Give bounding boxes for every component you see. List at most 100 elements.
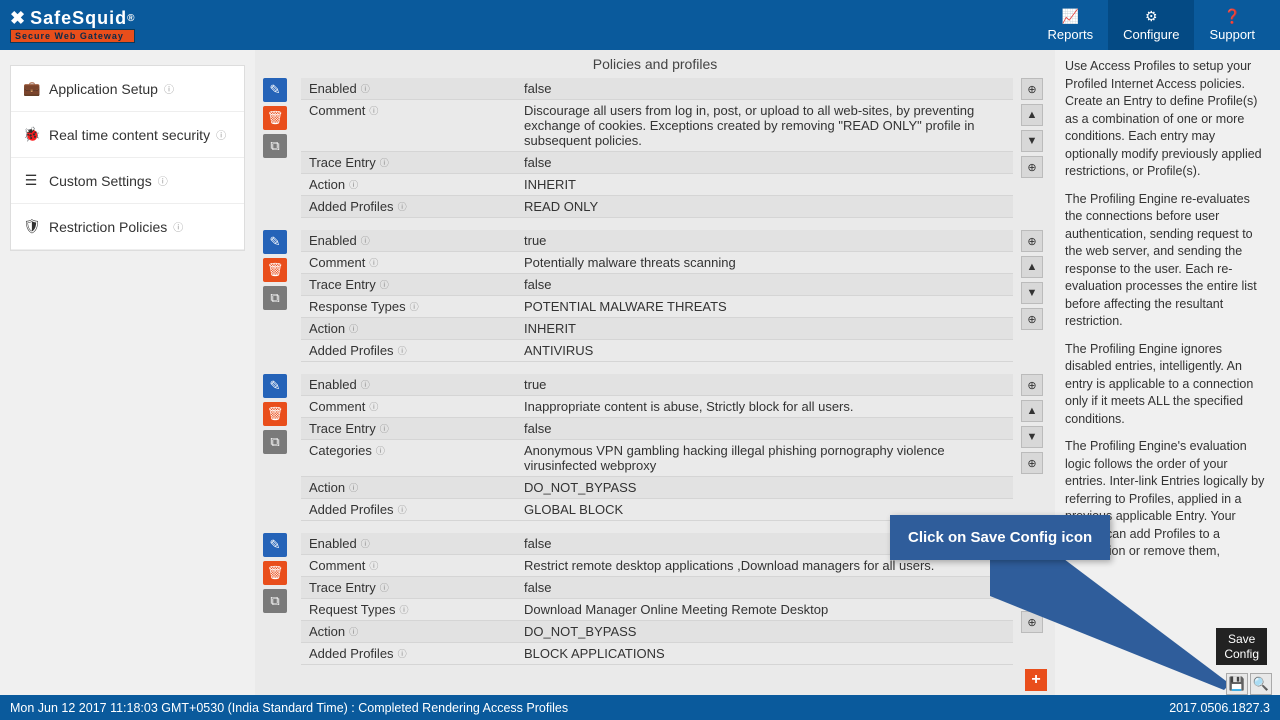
- edit-button[interactable]: ✎: [263, 78, 287, 102]
- panel-side-controls: ⊕ ▲ ▼ ⊕: [1017, 374, 1047, 521]
- copy-button[interactable]: ⧉: [263, 286, 287, 310]
- sidebar-item-realtime-security[interactable]: 🐞 Real time content security ⓘ: [11, 112, 244, 158]
- copy-button[interactable]: ⧉: [263, 430, 287, 454]
- row-value: Anonymous VPN gambling hacking illegal p…: [516, 440, 1013, 476]
- info-icon[interactable]: ⓘ: [398, 200, 407, 213]
- panel-row: CategoriesⓘAnonymous VPN gambling hackin…: [301, 440, 1013, 477]
- info-icon[interactable]: ⓘ: [349, 481, 358, 494]
- policy-panel: ✎🗑⧉EnabledⓘfalseCommentⓘDiscourage all u…: [263, 78, 1047, 218]
- save-config-button[interactable]: 💾: [1226, 673, 1248, 695]
- move-bottom-button[interactable]: ⊕: [1021, 452, 1043, 474]
- copy-button[interactable]: ⧉: [263, 134, 287, 158]
- panel-row: Trace Entryⓘfalse: [301, 577, 1013, 599]
- info-icon[interactable]: ⓘ: [398, 503, 407, 516]
- move-top-button[interactable]: ⊕: [1021, 230, 1043, 252]
- row-value: INHERIT: [516, 318, 1013, 339]
- delete-button[interactable]: 🗑: [263, 561, 287, 585]
- row-label: Actionⓘ: [301, 477, 516, 498]
- content: Policies and profiles ✎ 🗑 ⧉ Enabledⓘfalse Co…: [255, 50, 1055, 695]
- panel-row: Added ProfilesⓘANTIVIRUS: [301, 340, 1013, 362]
- edit-button[interactable]: ✎: [263, 374, 287, 398]
- info-icon[interactable]: ⓘ: [369, 256, 378, 269]
- move-top-button[interactable]: ⊕: [1021, 374, 1043, 396]
- row-value: DO_NOT_BYPASS: [516, 477, 1013, 498]
- info-icon[interactable]: ⓘ: [410, 300, 419, 313]
- callout-box: Click on Save Config icon: [890, 515, 1110, 560]
- row-label: Trace Entryⓘ: [301, 577, 516, 598]
- page-title: Policies and profiles: [255, 50, 1055, 78]
- row-label: Added Profilesⓘ: [301, 340, 516, 361]
- info-icon[interactable]: ⓘ: [369, 559, 378, 572]
- row-label: Response Typesⓘ: [301, 296, 516, 317]
- panel-row: Enabledⓘfalse: [301, 78, 1013, 100]
- row-value: false: [516, 418, 1013, 439]
- move-up-button[interactable]: ▲: [1021, 104, 1043, 126]
- row-value: true: [516, 230, 1013, 251]
- row-value: Discourage all users from log in, post, …: [516, 100, 1013, 151]
- info-icon[interactable]: ⓘ: [380, 278, 389, 291]
- footer: Mon Jun 12 2017 11:18:03 GMT+0530 (India…: [0, 695, 1280, 720]
- sidebar-item-custom-settings[interactable]: ☰ Custom Settings ⓘ: [11, 158, 244, 204]
- sidebar-item-restriction-policies[interactable]: 🛡 Restriction Policies ⓘ: [11, 204, 244, 250]
- move-down-button[interactable]: ▼: [1021, 426, 1043, 448]
- info-icon[interactable]: ⓘ: [369, 104, 378, 117]
- row-value: false: [516, 577, 1013, 598]
- row-label: Trace Entryⓘ: [301, 418, 516, 439]
- info-icon[interactable]: ⓘ: [398, 344, 407, 357]
- policy-panel: ✎🗑⧉EnabledⓘtrueCommentⓘPotentially malwa…: [263, 230, 1047, 362]
- panel-row: CommentⓘInappropriate content is abuse, …: [301, 396, 1013, 418]
- logo-tagline: Secure Web Gateway: [10, 29, 135, 43]
- nav-configure[interactable]: ⚙ Configure: [1108, 0, 1194, 50]
- row-value: ANTIVIRUS: [516, 340, 1013, 361]
- help-icon: ❓: [1209, 8, 1255, 25]
- bottom-icons: 💾 🔍: [1226, 673, 1272, 695]
- help-paragraph: Use Access Profiles to setup your Profil…: [1065, 58, 1270, 181]
- header: ✖ SafeSquid ® Secure Web Gateway 📈 Repor…: [0, 0, 1280, 50]
- move-bottom-button[interactable]: ⊕: [1021, 156, 1043, 178]
- info-icon[interactable]: ⓘ: [361, 378, 370, 391]
- nav-reports[interactable]: 📈 Reports: [1033, 0, 1109, 50]
- info-icon[interactable]: ⓘ: [369, 400, 378, 413]
- nav-support[interactable]: ❓ Support: [1194, 0, 1270, 50]
- panel-row: Added ProfilesⓘREAD ONLY: [301, 196, 1013, 218]
- row-label: Added Profilesⓘ: [301, 643, 516, 664]
- info-icon[interactable]: ⓘ: [398, 647, 407, 660]
- info-icon[interactable]: ⓘ: [349, 625, 358, 638]
- delete-button[interactable]: 🗑: [263, 258, 287, 282]
- sidebar-item-application-setup[interactable]: 💼 Application Setup ⓘ: [11, 66, 244, 112]
- copy-button[interactable]: ⧉: [263, 589, 287, 613]
- info-icon[interactable]: ⓘ: [349, 322, 358, 335]
- search-button[interactable]: 🔍: [1250, 673, 1272, 695]
- edit-button[interactable]: ✎: [263, 230, 287, 254]
- move-bottom-button[interactable]: ⊕: [1021, 308, 1043, 330]
- info-icon[interactable]: ⓘ: [380, 422, 389, 435]
- info-icon[interactable]: ⓘ: [361, 537, 370, 550]
- move-down-button[interactable]: ▼: [1021, 282, 1043, 304]
- move-down-button[interactable]: ▼: [1021, 130, 1043, 152]
- panel-body: EnabledⓘtrueCommentⓘPotentially malware …: [301, 230, 1013, 362]
- move-up-button[interactable]: ▲: [1021, 400, 1043, 422]
- move-top-button[interactable]: ⊕: [1021, 78, 1043, 100]
- panel-actions: ✎ 🗑 ⧉: [263, 78, 293, 218]
- panel-actions: ✎ 🗑 ⧉: [263, 374, 293, 521]
- sliders-icon: ☰: [23, 172, 39, 189]
- info-icon: ⓘ: [158, 173, 168, 188]
- panel-body: EnabledⓘtrueCommentⓘInappropriate conten…: [301, 374, 1013, 521]
- info-icon[interactable]: ⓘ: [380, 156, 389, 169]
- panel-row: Trace Entryⓘfalse: [301, 274, 1013, 296]
- edit-button[interactable]: ✎: [263, 533, 287, 557]
- row-value: POTENTIAL MALWARE THREATS: [516, 296, 1013, 317]
- delete-button[interactable]: 🗑: [263, 106, 287, 130]
- shield-icon: 🛡: [23, 218, 39, 235]
- move-up-button[interactable]: ▲: [1021, 256, 1043, 278]
- delete-button[interactable]: 🗑: [263, 402, 287, 426]
- info-icon[interactable]: ⓘ: [361, 234, 370, 247]
- info-icon[interactable]: ⓘ: [361, 82, 370, 95]
- sidebar: 💼 Application Setup ⓘ 🐞 Real time conten…: [0, 50, 255, 695]
- row-label: Actionⓘ: [301, 621, 516, 642]
- info-icon[interactable]: ⓘ: [349, 178, 358, 191]
- info-icon[interactable]: ⓘ: [399, 603, 408, 616]
- info-icon[interactable]: ⓘ: [380, 581, 389, 594]
- row-label: Commentⓘ: [301, 252, 516, 273]
- info-icon[interactable]: ⓘ: [376, 444, 385, 457]
